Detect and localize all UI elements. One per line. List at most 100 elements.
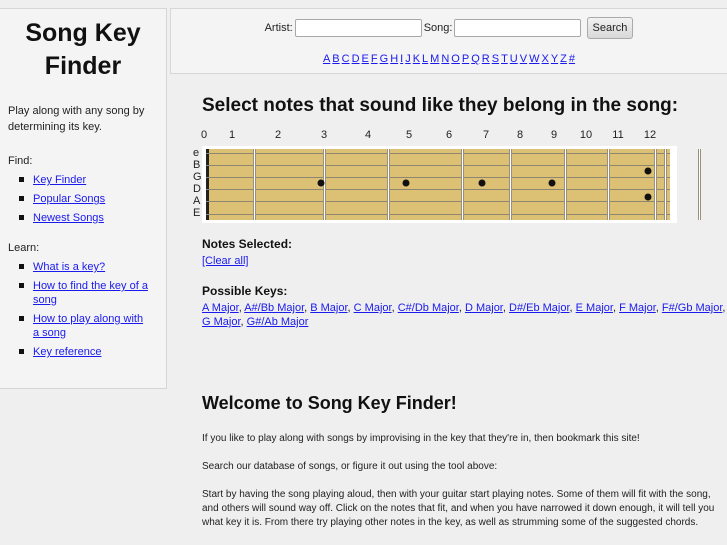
alphabet-link-e[interactable]: E bbox=[362, 53, 369, 65]
string-G bbox=[206, 177, 670, 178]
alphabet-link-g[interactable]: G bbox=[380, 53, 389, 65]
fret-marker-12[interactable] bbox=[644, 167, 652, 175]
alphabet-link-m[interactable]: M bbox=[430, 53, 439, 65]
bullet-icon bbox=[19, 196, 24, 201]
how-to-find-key-link[interactable]: How to find the key of a song bbox=[33, 280, 148, 306]
search-button[interactable]: Search bbox=[586, 17, 634, 39]
possible-key-link[interactable]: A#/Bb Major bbox=[244, 302, 304, 314]
popular-songs-link[interactable]: Popular Songs bbox=[33, 193, 105, 205]
alphabet-link-o[interactable]: O bbox=[451, 53, 460, 65]
song-input[interactable] bbox=[454, 19, 582, 37]
alphabet-link-c[interactable]: C bbox=[342, 53, 350, 65]
alphabet-link-q[interactable]: Q bbox=[471, 53, 480, 65]
alphabet-link-p[interactable]: P bbox=[462, 53, 469, 65]
alphabet-link-d[interactable]: D bbox=[352, 53, 360, 65]
key-reference-link[interactable]: Key reference bbox=[33, 346, 101, 358]
fret-marker-9[interactable] bbox=[548, 179, 556, 187]
tagline: Play along with any song by determining … bbox=[8, 105, 145, 133]
clear-all-link[interactable]: [Clear all] bbox=[202, 255, 248, 267]
alphabet-link-l[interactable]: L bbox=[422, 53, 428, 65]
fret-wire-1 bbox=[253, 149, 256, 220]
possible-key-link[interactable]: A Major bbox=[202, 302, 239, 314]
possible-key-link[interactable]: F Major bbox=[619, 302, 656, 314]
learn-item: What is a key? bbox=[0, 260, 148, 274]
site-logo[interactable]: Song Key Finder bbox=[0, 17, 166, 83]
bullet-icon bbox=[19, 349, 24, 354]
fret-number: 10 bbox=[579, 129, 593, 141]
fret-marker-5[interactable] bbox=[402, 179, 410, 187]
fretboard[interactable] bbox=[206, 149, 701, 220]
alphabet-link-v[interactable]: V bbox=[520, 53, 527, 65]
how-to-play-along-link[interactable]: How to play along with a song bbox=[33, 313, 143, 339]
bullet-icon bbox=[19, 215, 24, 220]
possible-key-link[interactable]: C Major bbox=[354, 302, 392, 314]
fret-wire-6 bbox=[564, 149, 567, 220]
alphabet-link-hash[interactable]: # bbox=[569, 53, 575, 65]
possible-keys-list: A Major, A#/Bb Major, B Major, C Major, … bbox=[202, 301, 727, 329]
logo-line-1: Song Key bbox=[25, 19, 141, 47]
fret-number: 0 bbox=[200, 129, 208, 141]
newest-songs-link[interactable]: Newest Songs bbox=[33, 212, 104, 224]
intro-paragraph: If you like to play along with songs by … bbox=[202, 433, 640, 444]
alphabet-nav: A B C D E F G H I J K L M N O P Q R S T U V W X Y Z # bbox=[171, 53, 727, 65]
fret-marker-12[interactable] bbox=[644, 193, 652, 201]
alphabet-link-a[interactable]: A bbox=[323, 53, 330, 65]
alphabet-link-k[interactable]: K bbox=[413, 53, 420, 65]
possible-key-link[interactable]: B Major bbox=[310, 302, 347, 314]
fret-number: 7 bbox=[482, 129, 490, 141]
key-finder-link[interactable]: Key Finder bbox=[33, 174, 86, 186]
alphabet-link-h[interactable]: H bbox=[390, 53, 398, 65]
fret-number: 1 bbox=[228, 129, 236, 141]
find-item: Newest Songs bbox=[0, 211, 148, 225]
fret-number: 6 bbox=[445, 129, 453, 141]
instructions-paragraph: Start by having the song playing aloud, … bbox=[202, 489, 715, 528]
learn-item: How to play along with a song bbox=[0, 312, 148, 340]
string-E bbox=[206, 214, 670, 215]
alphabet-link-y[interactable]: Y bbox=[551, 53, 558, 65]
string-D bbox=[206, 189, 670, 190]
alphabet-link-b[interactable]: B bbox=[332, 53, 339, 65]
possible-key-link[interactable]: D Major bbox=[465, 302, 503, 314]
alphabet-link-n[interactable]: N bbox=[441, 53, 449, 65]
possible-key-link[interactable]: F#/Gb Major bbox=[662, 302, 723, 314]
fretboard-container: eBGDAE bbox=[193, 146, 701, 223]
alphabet-link-i[interactable]: I bbox=[400, 53, 403, 65]
welcome-heading: Welcome to Song Key Finder! bbox=[202, 393, 457, 413]
notes-selected-heading: Notes Selected: bbox=[202, 237, 293, 251]
fret-wire-end bbox=[664, 149, 667, 220]
fret-marker-7[interactable] bbox=[478, 179, 486, 187]
alphabet-link-f[interactable]: F bbox=[371, 53, 378, 65]
fretboard-nut bbox=[206, 149, 209, 220]
fret-wire-4 bbox=[461, 149, 464, 220]
fret-number: 12 bbox=[643, 129, 657, 141]
possible-key-link[interactable]: E Major bbox=[576, 302, 613, 314]
possible-key-link[interactable]: C#/Db Major bbox=[398, 302, 459, 314]
string-label: G bbox=[193, 170, 202, 183]
fret-wire-7 bbox=[607, 149, 610, 220]
alphabet-link-w[interactable]: W bbox=[529, 53, 539, 65]
possible-key-link[interactable]: G Major bbox=[202, 316, 241, 328]
alphabet-link-z[interactable]: Z bbox=[560, 53, 567, 65]
possible-key-link[interactable]: D#/Eb Major bbox=[509, 302, 570, 314]
string-label: A bbox=[193, 194, 201, 207]
alphabet-link-x[interactable]: X bbox=[541, 53, 548, 65]
artist-input[interactable] bbox=[294, 19, 422, 37]
what-is-a-key-link[interactable]: What is a key? bbox=[33, 261, 105, 273]
alphabet-link-r[interactable]: R bbox=[482, 53, 490, 65]
alphabet-link-u[interactable]: U bbox=[510, 53, 518, 65]
separator: , bbox=[722, 302, 726, 314]
fret-number: 2 bbox=[274, 129, 282, 141]
find-item: Key Finder bbox=[0, 173, 148, 187]
alphabet-link-t[interactable]: T bbox=[501, 53, 508, 65]
fret-wire-8 bbox=[654, 149, 657, 220]
page-title: Select notes that sound like they belong… bbox=[202, 95, 679, 116]
alphabet-link-s[interactable]: S bbox=[492, 53, 499, 65]
bullet-icon bbox=[19, 177, 24, 182]
possible-keys-heading: Possible Keys: bbox=[202, 284, 288, 298]
alphabet-link-j[interactable]: J bbox=[405, 53, 411, 65]
sidebar: Song Key Finder Play along with any song… bbox=[0, 8, 167, 389]
fret-marker-3[interactable] bbox=[317, 179, 325, 187]
fret-wire-5 bbox=[509, 149, 512, 220]
possible-key-link[interactable]: G#/Ab Major bbox=[247, 316, 309, 328]
bullet-icon bbox=[19, 283, 24, 288]
